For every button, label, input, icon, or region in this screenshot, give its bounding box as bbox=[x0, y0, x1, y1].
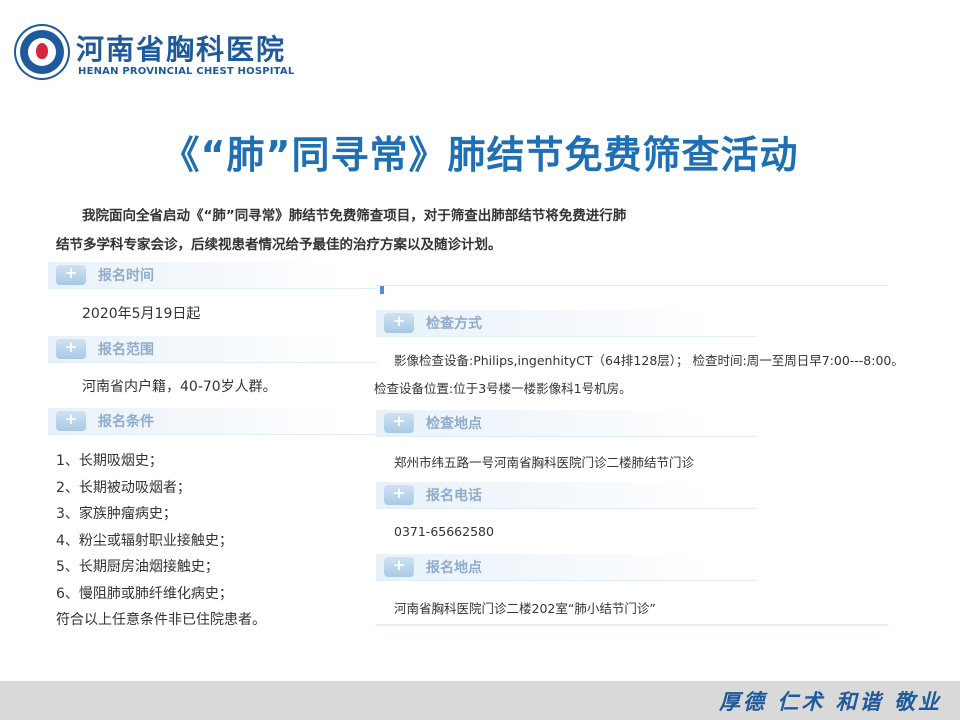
place-value: 郑州市纬五路一号河南省胸科医院门诊二楼肺结节门诊 bbox=[394, 455, 695, 470]
reg-scope-value: 河南省内户籍，40-70岁人群。 bbox=[82, 379, 277, 395]
section-reg-place: 报名地点 bbox=[376, 554, 756, 581]
hospital-name-en: HENAN PROVINCIAL CHEST HOSPITAL bbox=[78, 66, 295, 77]
section-label: 报名条件 bbox=[98, 414, 154, 430]
intro-line-1: 我院面向全省启动《“肺”同寻常》肺结节免费筛查项目，对于筛查出肺部结节将免费进行… bbox=[82, 208, 627, 224]
section-label: 检查方式 bbox=[426, 316, 482, 332]
section-plus-icon bbox=[56, 264, 86, 285]
section-plus-icon bbox=[56, 410, 86, 431]
section-reg-scope: 报名范围 bbox=[48, 336, 378, 363]
footer-bar: 厚德 仁术 和谐 敬业 bbox=[0, 681, 960, 720]
hospital-name-cn: 河南省胸科医院 bbox=[76, 33, 287, 66]
list-item: 3、家族肿瘤病史； bbox=[56, 506, 177, 522]
list-item: 2、长期被动吸烟者； bbox=[56, 479, 191, 496]
section-place: 检查地点 bbox=[376, 410, 756, 437]
section-method: 检查方式 bbox=[376, 310, 756, 337]
page-title: 《“肺”同寻常》肺结节免费筛查活动 bbox=[161, 133, 799, 177]
section-plus-icon bbox=[384, 556, 414, 577]
hospital-logo: 河南省胸科医院 HENAN PROVINCIAL CHEST HOSPITAL bbox=[16, 24, 316, 84]
divider bbox=[376, 285, 888, 286]
section-plus-icon bbox=[384, 484, 414, 505]
phone-value: 0371-65662580 bbox=[394, 524, 494, 539]
section-reg-time: 报名时间 bbox=[48, 262, 378, 289]
list-item: 符合以上任意条件非已住院患者。 bbox=[56, 612, 266, 628]
section-plus-icon bbox=[56, 338, 86, 359]
reg-place-value: 河南省胸科医院门诊二楼202室“肺小结节门诊” bbox=[394, 601, 656, 616]
reg-time-value: 2020年5月19日起 bbox=[82, 306, 201, 322]
intro-line-2: 结节多学科专家会诊，后续视患者情况给予最佳的治疗方案以及随诊计划。 bbox=[56, 237, 502, 253]
conditions-list: 1、长期吸烟史； 2、长期被动吸烟者； 3、家族肿瘤病史； 4、粉尘或辐射职业接… bbox=[56, 448, 266, 634]
hospital-motto: 厚德 仁术 和谐 敬业 bbox=[719, 689, 942, 714]
method-line-2: 检查设备位置:位于3号楼一楼影像科1号机房。 bbox=[374, 381, 632, 396]
section-plus-icon bbox=[384, 312, 414, 333]
section-phone: 报名电话 bbox=[376, 482, 756, 509]
section-label: 检查地点 bbox=[426, 416, 482, 432]
list-item: 4、粉尘或辐射职业接触史； bbox=[56, 532, 233, 549]
intro-paragraph: 我院面向全省启动《“肺”同寻常》肺结节免费筛查项目，对于筛查出肺部结节将免费进行… bbox=[56, 202, 776, 260]
hospital-emblem-icon bbox=[16, 26, 68, 78]
section-plus-icon bbox=[384, 412, 414, 433]
list-item: 5、长期厨房油烟接触史； bbox=[56, 559, 219, 575]
list-item: 1、长期吸烟史； bbox=[56, 453, 163, 469]
content-panel: 我院面向全省启动《“肺”同寻常》肺结节免费筛查项目，对于筛查出肺部结节将免费进行… bbox=[48, 190, 904, 640]
bottom-divider bbox=[376, 624, 888, 626]
list-item: 6、慢阻肺或肺纤维化病史； bbox=[56, 585, 233, 602]
method-line-1: 影像检查设备:Philips,ingenhityCT（64排128层）； 检查时… bbox=[394, 353, 904, 368]
section-label: 报名时间 bbox=[98, 268, 154, 284]
section-reg-conditions: 报名条件 bbox=[48, 408, 378, 435]
section-label: 报名范围 bbox=[98, 342, 154, 358]
section-label: 报名电话 bbox=[426, 488, 482, 504]
divider-marker bbox=[380, 286, 384, 294]
section-label: 报名地点 bbox=[426, 560, 482, 576]
